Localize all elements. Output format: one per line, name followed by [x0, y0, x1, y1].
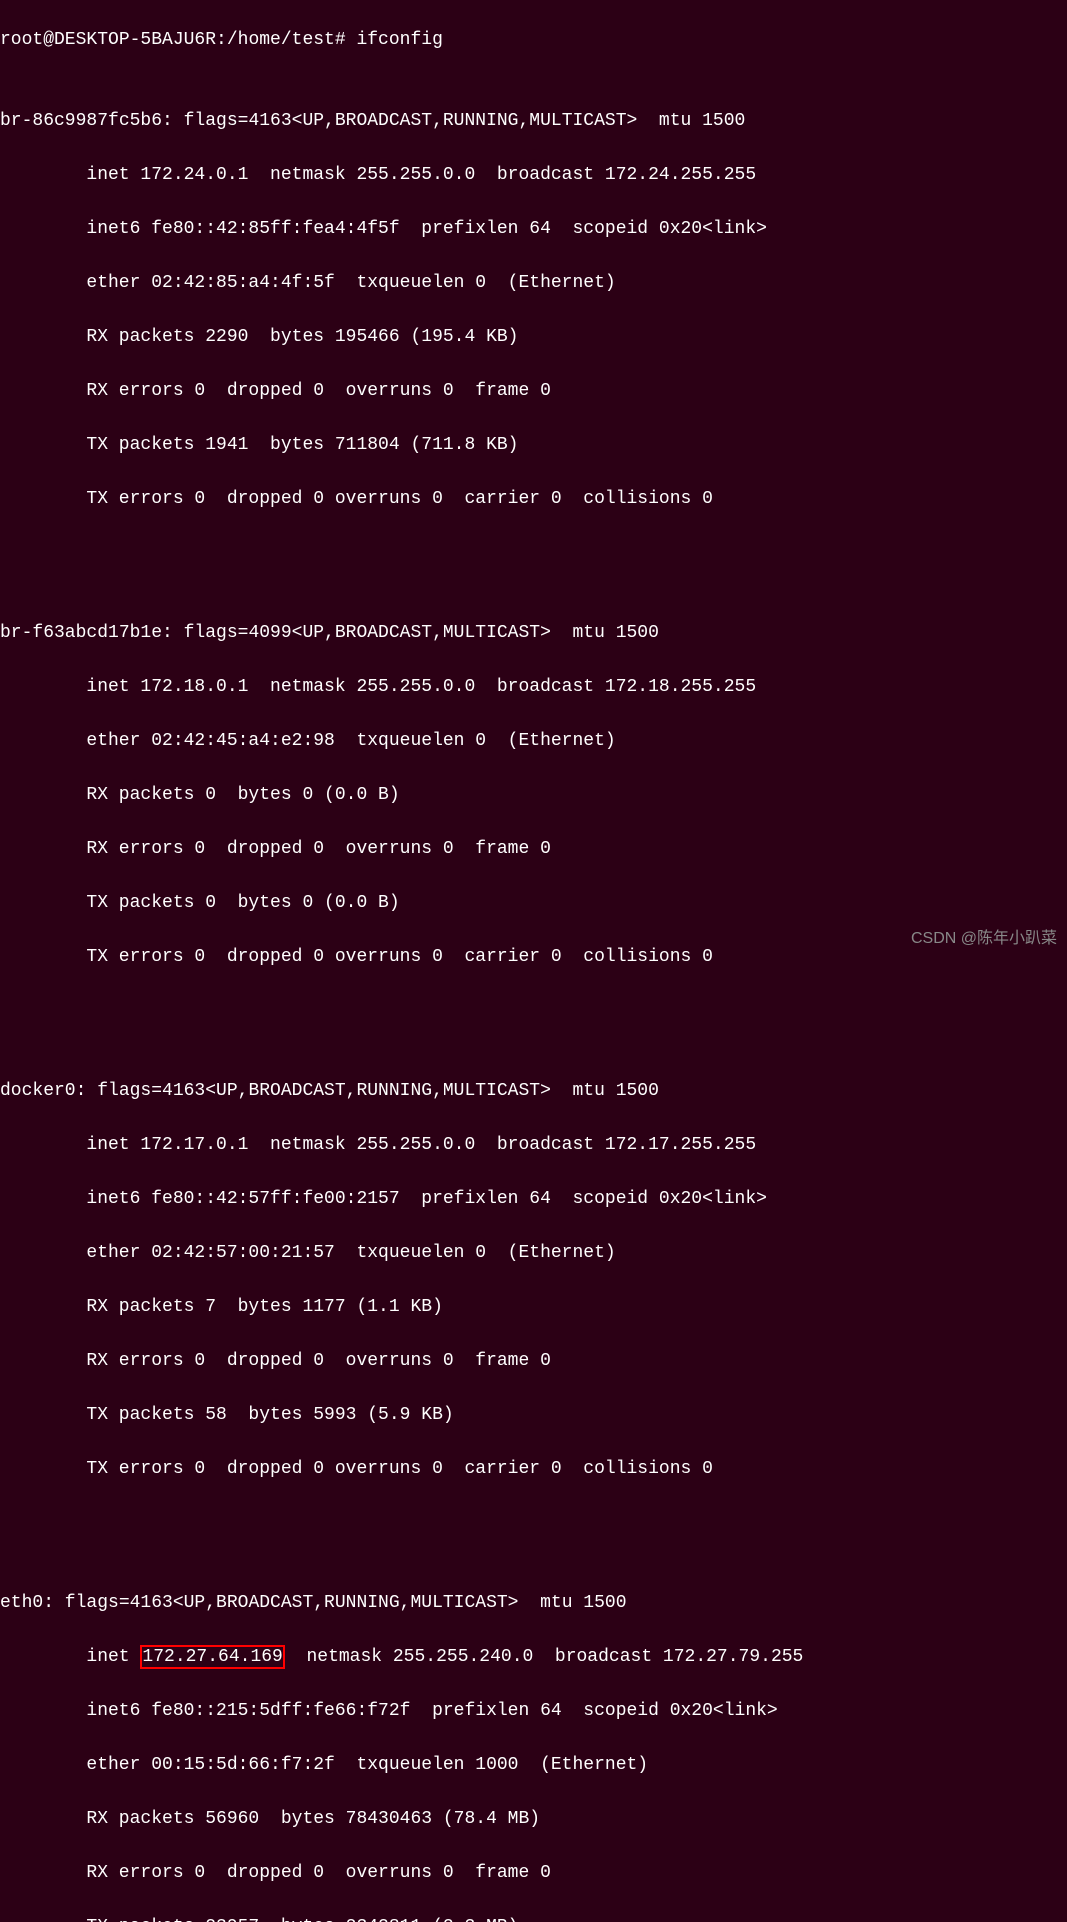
interface-line: inet 172.24.0.1 netmask 255.255.0.0 broa… [0, 162, 1067, 189]
interface-line: RX packets 7 bytes 1177 (1.1 KB) [0, 1294, 1067, 1321]
interface-line: inet 172.17.0.1 netmask 255.255.0.0 broa… [0, 1132, 1067, 1159]
interface-line: RX errors 0 dropped 0 overruns 0 frame 0 [0, 378, 1067, 405]
interface-line: RX packets 56960 bytes 78430463 (78.4 MB… [0, 1806, 1067, 1833]
inet-suffix: netmask 255.255.240.0 broadcast 172.27.7… [285, 1647, 803, 1667]
interface-line: TX errors 0 dropped 0 overruns 0 carrier… [0, 944, 1067, 971]
interface-block-3: eth0: flags=4163<UP,BROADCAST,RUNNING,MU… [0, 1563, 1067, 1922]
interface-line: inet6 fe80::215:5dff:fe66:f72f prefixlen… [0, 1698, 1067, 1725]
interface-line: TX packets 1941 bytes 711804 (711.8 KB) [0, 432, 1067, 459]
interface-block-2: docker0: flags=4163<UP,BROADCAST,RUNNING… [0, 1051, 1067, 1510]
terminal-output[interactable]: root@DESKTOP-5BAJU6R:/home/test# ifconfi… [0, 0, 1067, 1922]
interface-line: RX packets 2290 bytes 195466 (195.4 KB) [0, 324, 1067, 351]
interface-block-1: br-f63abcd17b1e: flags=4099<UP,BROADCAST… [0, 593, 1067, 998]
interface-line: RX errors 0 dropped 0 overruns 0 frame 0 [0, 1860, 1067, 1887]
interface-line: TX errors 0 dropped 0 overruns 0 carrier… [0, 1456, 1067, 1483]
interface-line: RX packets 0 bytes 0 (0.0 B) [0, 782, 1067, 809]
interface-line: ether 02:42:57:00:21:57 txqueuelen 0 (Et… [0, 1240, 1067, 1267]
interface-header: br-f63abcd17b1e: flags=4099<UP,BROADCAST… [0, 620, 1067, 647]
interface-line: TX errors 0 dropped 0 overruns 0 carrier… [0, 486, 1067, 513]
interface-line: TX packets 0 bytes 0 (0.0 B) [0, 890, 1067, 917]
inet-prefix: inet [86, 1647, 140, 1667]
interface-line-inet: inet 172.27.64.169 netmask 255.255.240.0… [0, 1644, 1067, 1671]
command-prompt: root@DESKTOP-5BAJU6R:/home/test# ifconfi… [0, 27, 1067, 54]
watermark-text: CSDN @陈年小趴菜 [911, 927, 1057, 951]
interface-header: eth0: flags=4163<UP,BROADCAST,RUNNING,MU… [0, 1590, 1067, 1617]
interface-line: ether 02:42:45:a4:e2:98 txqueuelen 0 (Et… [0, 728, 1067, 755]
interface-line: TX packets 58 bytes 5993 (5.9 KB) [0, 1402, 1067, 1429]
highlighted-ip-address: 172.27.64.169 [140, 1645, 284, 1669]
interface-line: ether 00:15:5d:66:f7:2f txqueuelen 1000 … [0, 1752, 1067, 1779]
interface-line: inet6 fe80::42:57ff:fe00:2157 prefixlen … [0, 1186, 1067, 1213]
interface-line: ether 02:42:85:a4:4f:5f txqueuelen 0 (Et… [0, 270, 1067, 297]
interface-line: inet 172.18.0.1 netmask 255.255.0.0 broa… [0, 674, 1067, 701]
interface-block-0: br-86c9987fc5b6: flags=4163<UP,BROADCAST… [0, 81, 1067, 540]
interface-line: RX errors 0 dropped 0 overruns 0 frame 0 [0, 1348, 1067, 1375]
interface-line: RX errors 0 dropped 0 overruns 0 frame 0 [0, 836, 1067, 863]
interface-header: docker0: flags=4163<UP,BROADCAST,RUNNING… [0, 1078, 1067, 1105]
interface-header: br-86c9987fc5b6: flags=4163<UP,BROADCAST… [0, 108, 1067, 135]
interface-line: inet6 fe80::42:85ff:fea4:4f5f prefixlen … [0, 216, 1067, 243]
interface-line: TX packets 23957 bytes 2342811 (2.3 MB) [0, 1914, 1067, 1922]
